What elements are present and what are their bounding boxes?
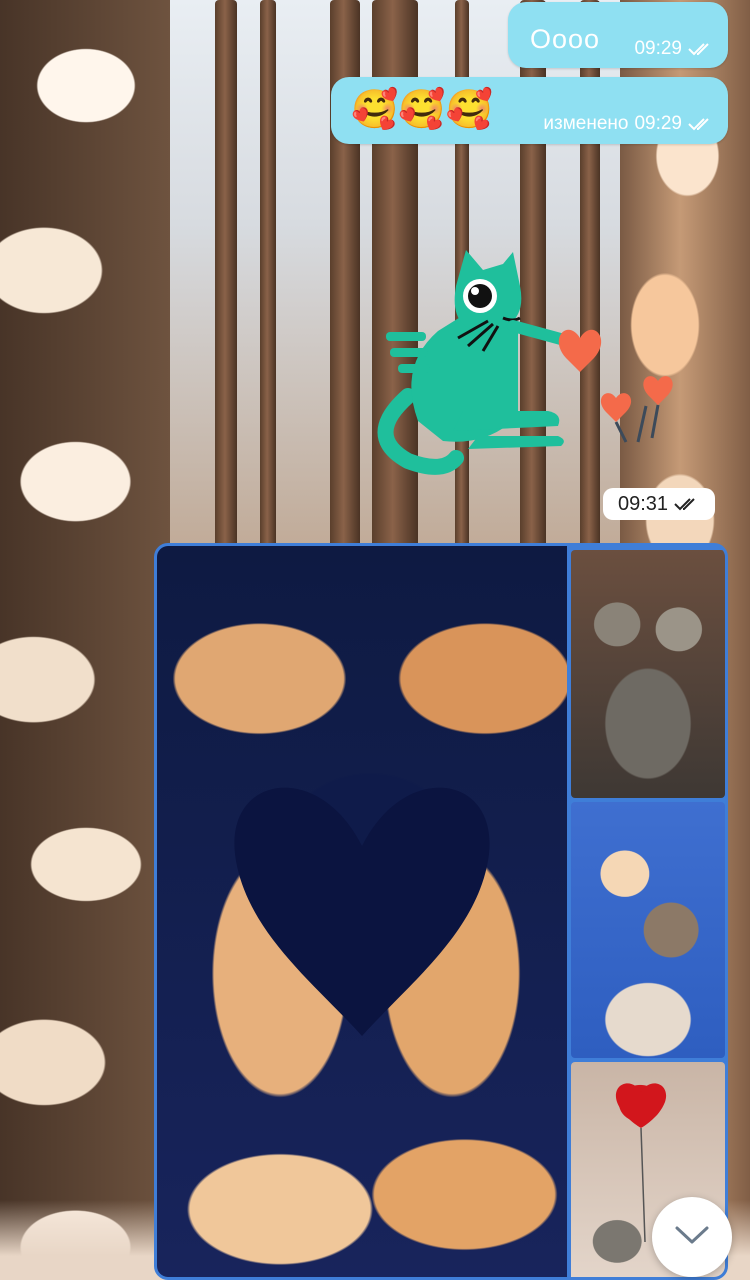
kissing-kittens-photo[interactable]	[571, 802, 725, 1058]
message-meta: 09:29	[634, 38, 714, 60]
photo-album-message[interactable]	[154, 543, 728, 1280]
wallpaper-tree-trunk	[260, 0, 276, 560]
message-time: 09:29	[634, 113, 682, 134]
sticker-meta: 09:31	[603, 488, 715, 520]
double-check-icon	[688, 117, 714, 131]
message-meta: изменено 09:29	[543, 113, 714, 135]
chevron-down-icon	[674, 1225, 710, 1250]
scroll-to-bottom-button[interactable]	[652, 1197, 732, 1277]
kittens-heart-photo[interactable]	[157, 546, 567, 1277]
outgoing-message[interactable]: Оооо 09:29	[508, 2, 728, 68]
hugging-kittens-photo[interactable]	[571, 550, 725, 798]
message-time: 09:31	[617, 492, 669, 515]
green-cat-with-hearts-sticker[interactable]	[368, 246, 688, 476]
wallpaper-tree-trunk	[215, 0, 237, 560]
message-text: 🥰🥰🥰	[351, 89, 493, 131]
message-text: Оооо	[530, 24, 601, 54]
double-check-icon	[688, 42, 714, 56]
wallpaper-snowy-tree-left	[0, 0, 170, 1280]
outgoing-message[interactable]: 🥰🥰🥰 изменено 09:29	[331, 77, 728, 144]
edited-label: изменено	[543, 113, 629, 134]
message-time: 09:29	[634, 38, 682, 59]
double-check-icon	[674, 497, 700, 511]
